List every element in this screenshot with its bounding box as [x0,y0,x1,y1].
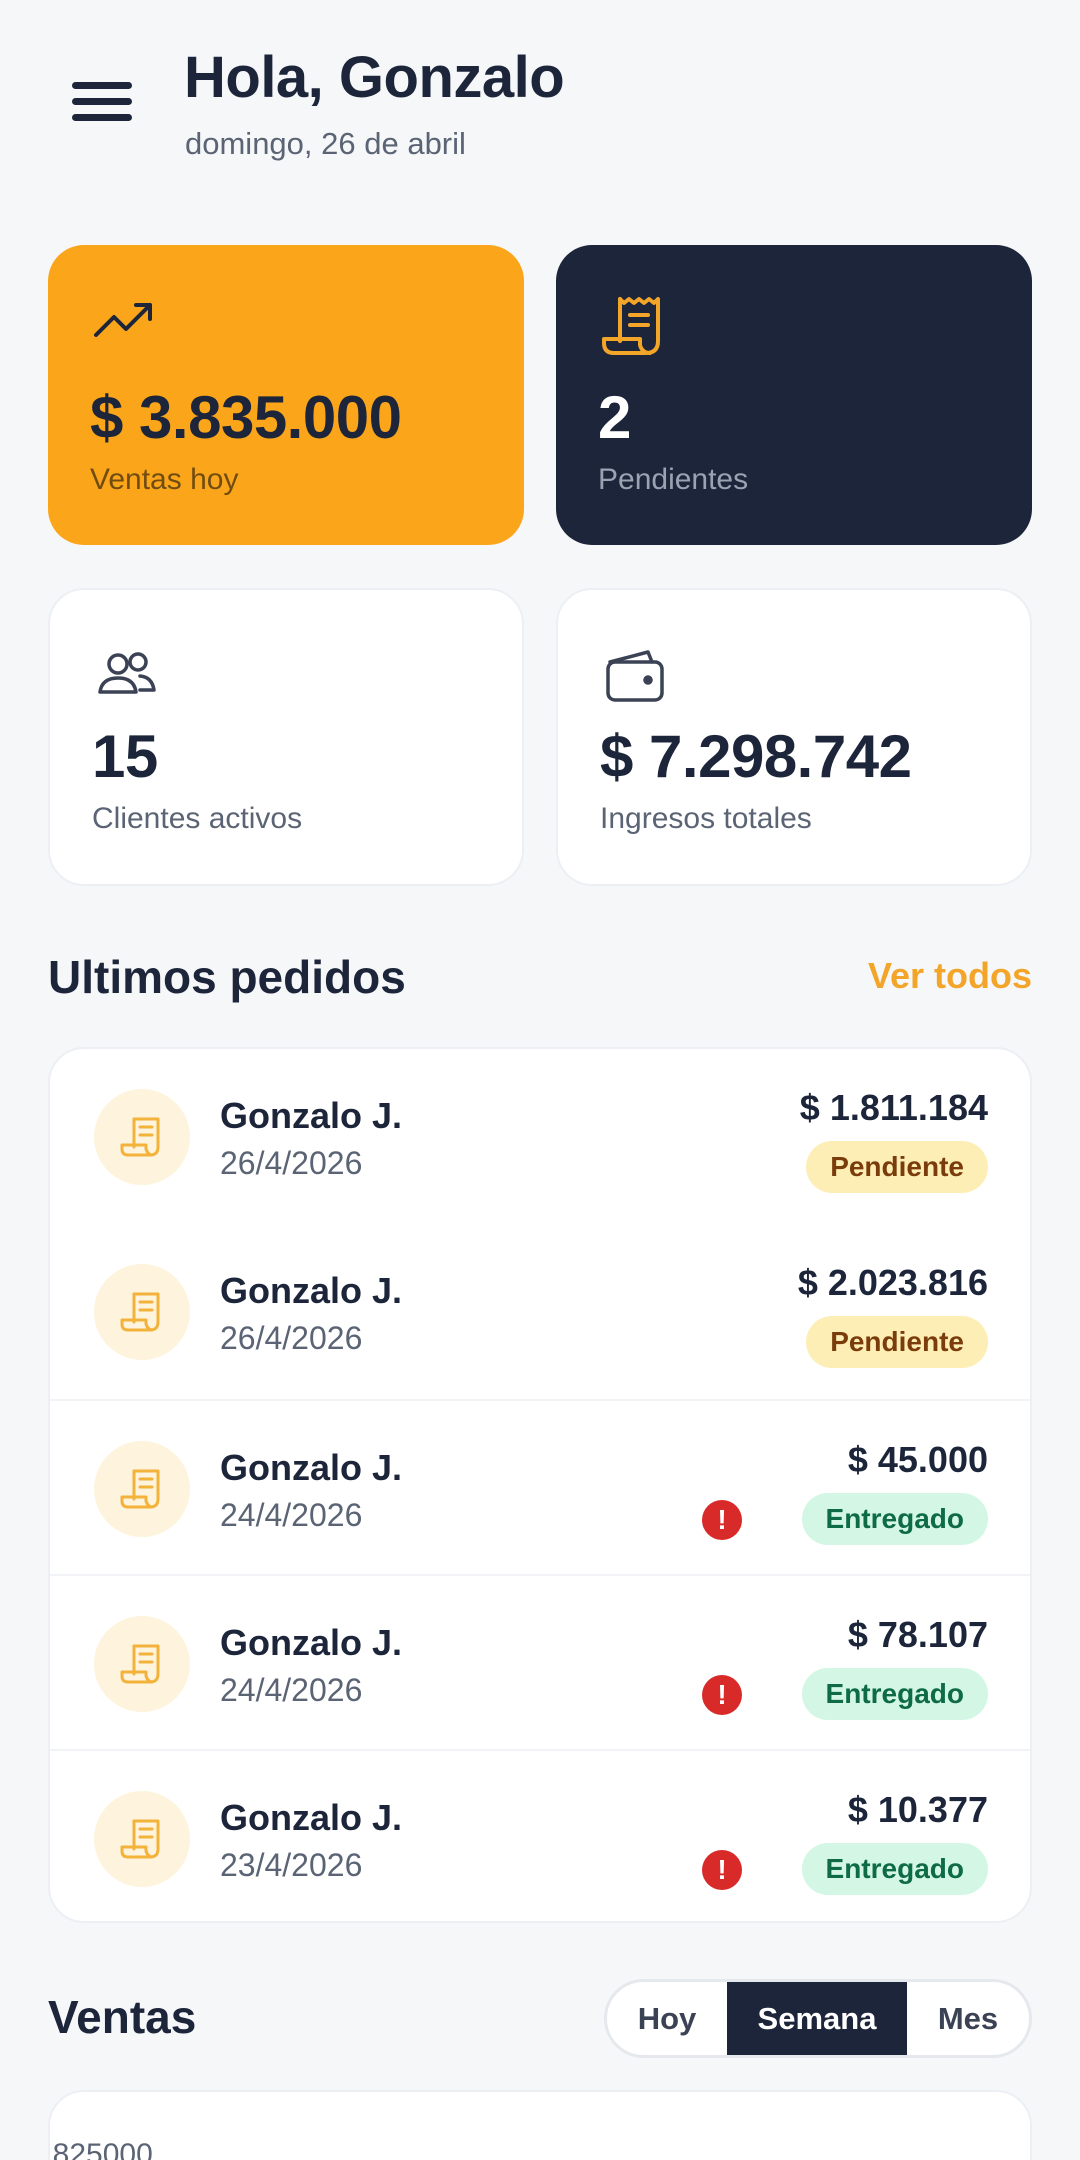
status-badge: Entregado [801,1843,988,1895]
sales-today-label: Ventas hoy [90,463,239,496]
order-customer-name: Gonzalo J. [220,1270,403,1311]
order-avatar [94,1264,190,1360]
sales-section-title: Ventas [48,1991,197,2043]
order-row[interactable]: Gonzalo J. 24/4/2026 $ 78.107! Entregado [50,1574,1030,1749]
period-week-tab[interactable]: Semana [727,1982,907,2055]
order-customer-name: Gonzalo J. [220,1447,403,1488]
alert-icon: ! [702,1675,742,1715]
order-customer-name: Gonzalo J. [220,1095,403,1136]
users-icon [98,652,156,694]
alert-icon: ! [702,1850,742,1890]
period-today-tab[interactable]: Hoy [607,1982,727,2055]
chart-axis-label: 1825000 [50,2138,153,2160]
status-badge: Pendiente [806,1141,988,1193]
order-date: 26/4/2026 [220,1145,363,1181]
menu-icon[interactable] [60,70,144,134]
order-customer-name: Gonzalo J. [220,1797,403,1838]
period-month-tab[interactable]: Mes [907,1982,1029,2055]
receipt-icon [120,1469,160,1509]
total-income-card[interactable]: $ 7.298.742 Ingresos totales [556,588,1032,886]
order-amount: $ 45.000 [847,1439,988,1480]
status-badge: Pendiente [806,1316,988,1368]
receipt-icon [120,1819,160,1859]
current-date: domingo, 26 de abril [185,126,466,161]
status-badge: Entregado [801,1493,988,1545]
order-avatar [94,1441,190,1537]
alert-icon: ! [702,1500,742,1540]
order-amount: $ 10.377 [847,1789,988,1830]
order-avatar [94,1791,190,1887]
wallet-icon [606,650,664,702]
order-row[interactable]: Gonzalo J. 23/4/2026 $ 10.377! Entregado [50,1749,1030,1921]
order-date: 24/4/2026 [220,1672,363,1708]
active-clients-value: 15 [92,723,158,790]
sales-today-value: $ 3.835.000 [90,384,402,451]
orders-section-title: Ultimos pedidos [48,951,406,1003]
receipt-icon [120,1117,160,1157]
order-row[interactable]: Gonzalo J. 24/4/2026 $ 45.000! Entregado [50,1399,1030,1574]
sales-today-card[interactable]: $ 3.835.000 Ventas hoy [48,245,524,545]
sales-chart-card: 1825000 [48,2090,1032,2160]
order-amount: $ 2.023.816 [797,1262,988,1303]
order-date: 26/4/2026 [220,1320,363,1356]
greeting-title: Hola, Gonzalo [184,45,565,110]
total-income-value: $ 7.298.742 [600,723,912,790]
period-selector: Hoy Semana Mes [604,1979,1032,2058]
order-row[interactable]: Gonzalo J. 26/4/2026 $ 1.811.184 Pendiente [50,1049,1030,1224]
order-customer-name: Gonzalo J. [220,1622,403,1663]
receipt-icon [602,297,660,355]
order-avatar [94,1616,190,1712]
trending-up-icon [94,303,152,337]
receipt-icon [120,1292,160,1332]
order-date: 24/4/2026 [220,1497,363,1533]
active-clients-label: Clientes activos [92,802,303,835]
order-row[interactable]: Gonzalo J. 26/4/2026 $ 2.023.816 Pendiente [50,1224,1030,1399]
order-amount: $ 1.811.184 [799,1087,988,1128]
see-all-link[interactable]: Ver todos [868,955,1032,997]
status-badge: Entregado [801,1668,988,1720]
order-date: 23/4/2026 [220,1847,363,1883]
total-income-label: Ingresos totales [600,802,812,835]
orders-list: Gonzalo J. 26/4/2026 $ 1.811.184 Pendiente G… [48,1047,1032,1923]
order-avatar [94,1089,190,1185]
pending-label: Pendientes [598,463,749,496]
order-amount: $ 78.107 [847,1614,988,1655]
dashboard-screen: Hola, Gonzalo domingo, 26 de abril $ 3.8… [0,0,1080,2160]
pending-card[interactable]: 2 Pendientes [556,245,1032,545]
active-clients-card[interactable]: 15 Clientes activos [48,588,524,886]
pending-value: 2 [598,384,631,451]
receipt-icon [120,1644,160,1684]
